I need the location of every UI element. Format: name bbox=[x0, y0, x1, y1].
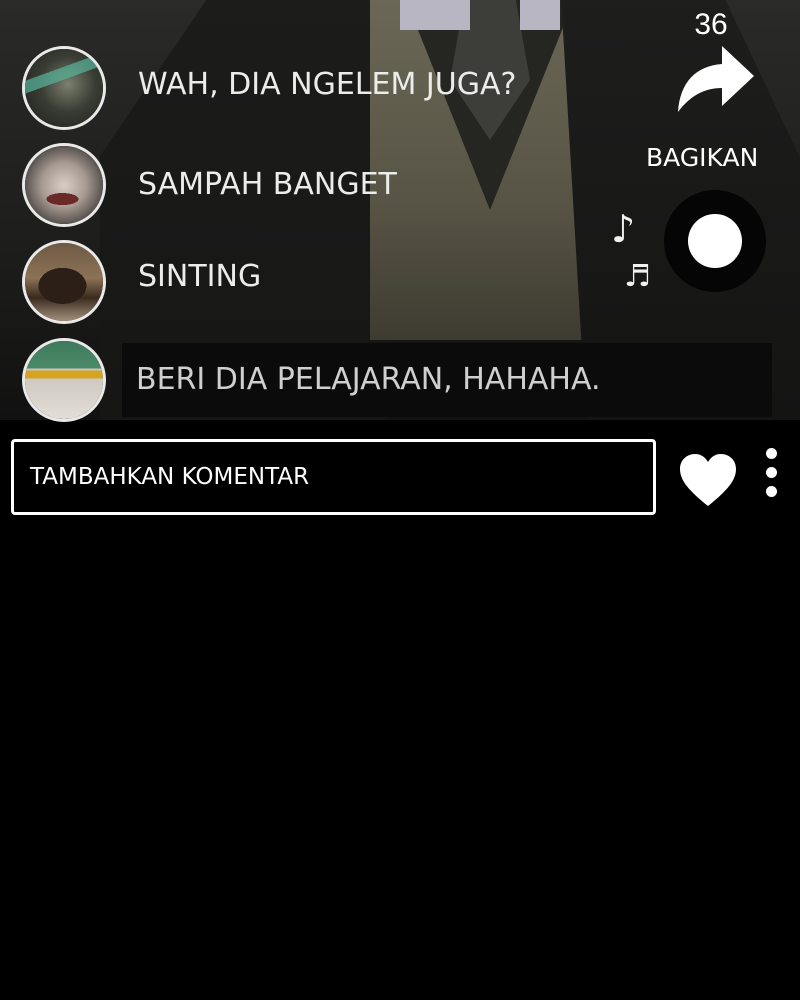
collar-right bbox=[520, 0, 560, 30]
comment-text: BERI DIA PELAJARAN, HAHAHA. bbox=[136, 362, 601, 397]
comment-text: SAMPAH BANGET bbox=[138, 167, 397, 202]
share-arrow-icon[interactable] bbox=[674, 42, 758, 116]
comment-row[interactable] bbox=[22, 46, 106, 130]
music-disc-icon[interactable] bbox=[664, 190, 766, 292]
music-disc-center bbox=[688, 214, 742, 268]
avatar[interactable] bbox=[22, 338, 106, 422]
share-label[interactable]: BAGIKAN bbox=[646, 143, 758, 172]
comment-input-placeholder: TAMBAHKAN KOMENTAR bbox=[30, 464, 310, 490]
more-vertical-icon[interactable] bbox=[760, 448, 782, 506]
comment-row[interactable] bbox=[22, 240, 106, 324]
heart-icon[interactable] bbox=[678, 452, 738, 508]
avatar[interactable] bbox=[22, 240, 106, 324]
music-notes-icon: ♬ bbox=[624, 259, 651, 294]
comment-input[interactable]: TAMBAHKAN KOMENTAR bbox=[11, 439, 656, 515]
collar-left bbox=[400, 0, 470, 30]
comment-row[interactable] bbox=[22, 338, 106, 422]
comment-text: SINTING bbox=[138, 259, 262, 294]
share-count: 36 bbox=[694, 8, 728, 41]
comment-row[interactable] bbox=[22, 143, 106, 227]
music-note-icon: ♪ bbox=[611, 207, 636, 251]
avatar[interactable] bbox=[22, 143, 106, 227]
avatar[interactable] bbox=[22, 46, 106, 130]
comment-text: WAH, DIA NGELEM JUGA? bbox=[138, 67, 517, 102]
